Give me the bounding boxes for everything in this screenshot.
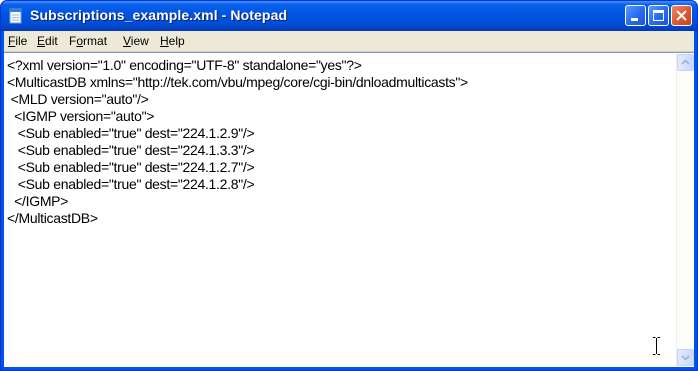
menu-edit[interactable]: Edit — [37, 34, 58, 48]
close-button[interactable] — [671, 5, 692, 26]
menu-help-accel: H — [160, 34, 169, 48]
notepad-app-icon — [9, 8, 22, 24]
document-line: <MLD version="auto"/> — [7, 91, 149, 107]
maximize-button[interactable] — [648, 5, 669, 26]
menu-help-label: elp — [168, 34, 185, 48]
document-line: <Sub enabled="true" dest="224.1.2.9"/> — [7, 125, 255, 141]
window-title: Subscriptions_example.xml - Notepad — [30, 7, 288, 23]
vertical-scrollbar[interactable] — [676, 53, 694, 367]
scroll-down-button[interactable] — [677, 349, 694, 366]
document-line: <?xml version="1.0" encoding="UTF-8" sta… — [7, 57, 362, 73]
document-line: <Sub enabled="true" dest="224.1.2.7"/> — [7, 159, 255, 175]
menu-format-label: rmat — [83, 34, 108, 48]
document-line: <IGMP version="auto"> — [7, 108, 155, 124]
scroll-up-button[interactable] — [677, 54, 694, 71]
chevron-up-icon — [681, 59, 690, 65]
menu-format[interactable]: Format — [69, 34, 107, 48]
menu-view-label: iew — [130, 34, 149, 48]
close-icon — [676, 10, 687, 21]
document-line: <MulticastDB xmlns="http://tek.com/vbu/m… — [7, 74, 468, 90]
notepad-window: Subscriptions_example.xml - Notepad File… — [0, 0, 698, 371]
menu-edit-accel: E — [37, 34, 46, 48]
menu-view-accel: V — [123, 34, 131, 48]
menu-file[interactable]: File — [8, 34, 27, 48]
document-line: <Sub enabled="true" dest="224.1.2.8"/> — [7, 176, 255, 192]
maximize-icon — [653, 10, 664, 21]
minimize-icon — [631, 18, 638, 21]
menu-view[interactable]: View — [123, 34, 149, 48]
title-bar[interactable]: Subscriptions_example.xml - Notepad — [1, 1, 697, 31]
document-line: <Sub enabled="true" dest="224.1.3.3"/> — [7, 142, 255, 158]
menu-file-label: ile — [15, 34, 28, 48]
document-line: </IGMP> — [7, 193, 69, 209]
editor-pane[interactable]: <?xml version="1.0" encoding="UTF-8" sta… — [4, 52, 694, 367]
chevron-down-icon — [681, 355, 690, 361]
document-line: </MulticastDB> — [7, 210, 98, 226]
minimize-button[interactable] — [625, 5, 646, 26]
menu-bar: File Edit Format View Help — [4, 31, 694, 52]
text-content[interactable]: <?xml version="1.0" encoding="UTF-8" sta… — [4, 53, 676, 367]
text-cursor-icon — [653, 337, 660, 355]
menu-edit-label: dit — [45, 34, 58, 48]
menu-help[interactable]: Help — [160, 34, 185, 48]
